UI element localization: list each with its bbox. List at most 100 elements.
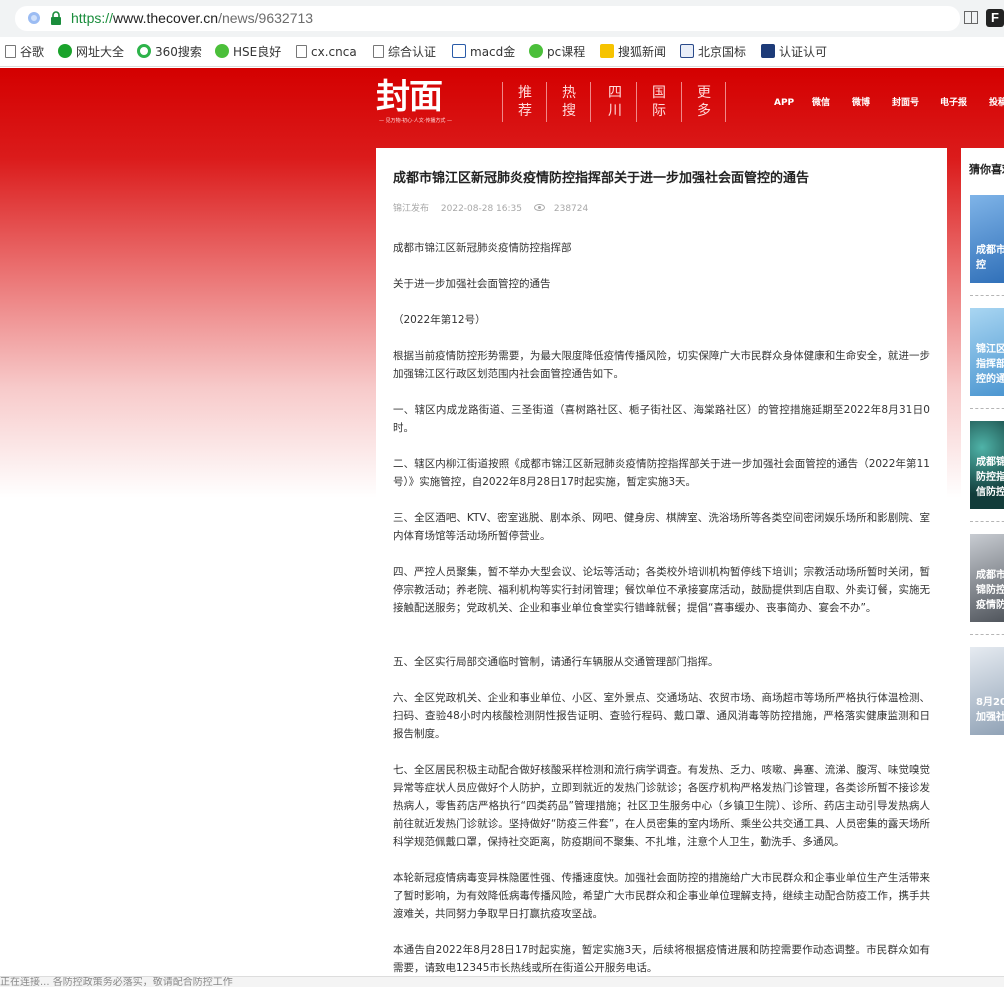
- top-link-submit[interactable]: 投稿: [989, 97, 1004, 109]
- status-text: 正在连接... 各防控政策务必落实，敬请配合防控工作: [0, 977, 233, 987]
- bookmark-label: 谷歌: [20, 45, 45, 59]
- bookmarks-bar: 谷歌 网址大全 360搜索 HSE良好 cx.cnca 综合认证 macd金 p…: [0, 37, 1004, 67]
- article-paragraph: 关于进一步加强社会面管控的通告: [393, 278, 551, 290]
- bookmark-label: macd金: [470, 45, 516, 59]
- nav-char: 际: [652, 103, 666, 119]
- bj-icon: [680, 44, 694, 58]
- bookmark-label: 360搜索: [155, 45, 202, 59]
- circle-search-icon: [137, 44, 151, 58]
- article-card: 成都市锦江区新冠肺炎疫情防控指挥部关于进一步加强社会面管控的通告 锦江发布 20…: [376, 148, 947, 987]
- nav-char: 四: [608, 85, 622, 101]
- article-paragraph: 本轮新冠疫情病毒变异株隐匿性强、传播速度快。加强社会面防控的措施给广大市民群众和…: [393, 872, 930, 920]
- bookmark-label: 网址大全: [76, 45, 125, 59]
- lock-icon: [51, 11, 61, 25]
- nav-item[interactable]: 热搜: [562, 84, 576, 120]
- address-bar: https://www.thecover.cn/news/9632713 F: [0, 0, 1004, 37]
- article-paragraph: 四、严控人员聚集，暂不举办大型会议、论坛等活动；各类校外培训机构暂停线下培训；宗…: [393, 566, 930, 614]
- sidebar-title: 猜你喜欢: [969, 163, 1004, 176]
- bookmark-label: 综合认证: [388, 45, 437, 59]
- site-logo[interactable]: 封面 — 见万物·初心·人文·传播方式 —: [376, 78, 456, 124]
- divider: [970, 634, 1004, 635]
- recommend-card[interactable]: 成都市 锦防控 疫情防: [970, 534, 1004, 622]
- recommend-caption: 成都市 控: [976, 245, 1004, 271]
- wechat-icon: [529, 44, 543, 58]
- url-text: https://www.thecover.cn/news/9632713: [71, 9, 313, 27]
- nav-item[interactable]: 推荐: [518, 84, 532, 120]
- bookmark-item[interactable]: pc课程: [529, 44, 589, 61]
- divider: [970, 521, 1004, 522]
- eye-icon: [533, 204, 545, 211]
- nav-divider: [590, 82, 591, 122]
- article-paragraph: 本通告自2022年8月28日17时起实施，暂定实施3天，后续将根据疫情进展和防控…: [393, 944, 930, 974]
- top-link-weibo[interactable]: 微博: [852, 97, 870, 109]
- bookmark-item[interactable]: 谷歌: [5, 44, 55, 61]
- bookmark-item[interactable]: 综合认证: [373, 44, 441, 61]
- article-paragraph: 七、全区居民积极主动配合做好核酸采样检测和流行病学调查。有发热、乏力、咳嗽、鼻塞…: [393, 764, 930, 848]
- reader-mode-icon[interactable]: [964, 11, 978, 24]
- sohu-icon: [600, 44, 614, 58]
- page-icon: [5, 45, 16, 58]
- article-paragraph: 根据当前疫情防控形势需要，为最大限度降低疫情传播风险，切实保障广大市民群众身体健…: [393, 350, 930, 380]
- article-views: 238724: [533, 204, 597, 214]
- recommend-card[interactable]: 锦江区 指挥部 控的通: [970, 308, 1004, 396]
- url-host: www.thecover.cn: [113, 10, 219, 26]
- article-meta: 锦江发布 2022-08-28 16:35 238724: [393, 203, 606, 215]
- nav-char: 国: [652, 85, 666, 101]
- bookmark-item[interactable]: 网址大全: [58, 44, 128, 61]
- site-info-icon[interactable]: [28, 12, 40, 24]
- bookmark-item[interactable]: 北京国标: [680, 44, 750, 61]
- green-plus-icon: [58, 44, 72, 58]
- top-link-cover-account[interactable]: 封面号: [892, 97, 919, 109]
- nav-char: 更: [697, 85, 711, 101]
- divider: [970, 408, 1004, 409]
- bookmark-item[interactable]: cx.cnca: [296, 44, 356, 61]
- view-count: 238724: [553, 204, 589, 214]
- bookmark-label: pc课程: [547, 45, 586, 59]
- bookmark-item[interactable]: macd金: [452, 44, 518, 61]
- recommend-caption: 成都锦 防控指 信防控: [976, 457, 1004, 498]
- page-icon: [373, 45, 384, 58]
- macd-icon: [452, 44, 466, 58]
- bookmark-label: 搜狐新闻: [618, 45, 667, 59]
- logo-slogan: — 见万物·初心·人文·传播方式 —: [379, 118, 452, 124]
- nav-char: 荐: [518, 103, 532, 119]
- recommend-caption: 成都市 锦防控 疫情防: [976, 570, 1004, 611]
- article-source[interactable]: 锦江发布: [393, 204, 429, 214]
- bookmark-label: 认证认可: [779, 45, 828, 59]
- nav-char: 多: [697, 103, 711, 119]
- cert-icon: [761, 44, 775, 58]
- top-link-epaper[interactable]: 电子报: [940, 97, 967, 109]
- article-paragraph: 成都市锦江区新冠肺炎疫情防控指挥部: [393, 242, 572, 254]
- bookmark-item[interactable]: 360搜索: [137, 44, 207, 61]
- bookmark-label: 北京国标: [698, 45, 747, 59]
- nav-item[interactable]: 国际: [652, 84, 666, 120]
- top-link-wechat[interactable]: 微信: [812, 97, 830, 109]
- nav-item[interactable]: 更多: [697, 84, 711, 120]
- extension-icon[interactable]: F: [986, 9, 1004, 27]
- nav-char: 推: [518, 85, 532, 101]
- url-field[interactable]: https://www.thecover.cn/news/9632713: [15, 6, 960, 31]
- url-path: /news/9632713: [218, 10, 314, 26]
- article-paragraph: 五、全区实行局部交通临时管制，请通行车辆服从交通管理部门指挥。: [393, 656, 719, 668]
- nav-char: 热: [562, 85, 576, 101]
- nav-divider: [636, 82, 637, 122]
- recommend-card[interactable]: 8月20 加强社: [970, 647, 1004, 735]
- logo-text: 封面: [376, 77, 443, 117]
- article-paragraph: 一、辖区内成龙路街道、三圣街道（喜树路社区、栀子街社区、海棠路社区）的管控措施延…: [393, 404, 930, 434]
- wechat-icon: [215, 44, 229, 58]
- bookmark-item[interactable]: 认证认可: [761, 44, 831, 61]
- nav-char: 搜: [562, 103, 576, 119]
- recommend-caption: 8月20 加强社: [976, 697, 1004, 723]
- top-link-app[interactable]: APP: [774, 97, 794, 109]
- nav-divider: [546, 82, 547, 122]
- nav-divider: [725, 82, 726, 122]
- bookmark-item[interactable]: HSE良好: [215, 44, 281, 61]
- url-scheme: https://: [71, 10, 114, 26]
- nav-divider: [681, 82, 682, 122]
- nav-item[interactable]: 四川: [608, 84, 622, 120]
- divider: [970, 295, 1004, 296]
- article-datetime: 2022-08-28 16:35: [440, 204, 522, 214]
- recommend-card[interactable]: 成都锦 防控指 信防控: [970, 421, 1004, 509]
- bookmark-item[interactable]: 搜狐新闻: [600, 44, 672, 61]
- recommend-card[interactable]: 成都市 控: [970, 195, 1004, 283]
